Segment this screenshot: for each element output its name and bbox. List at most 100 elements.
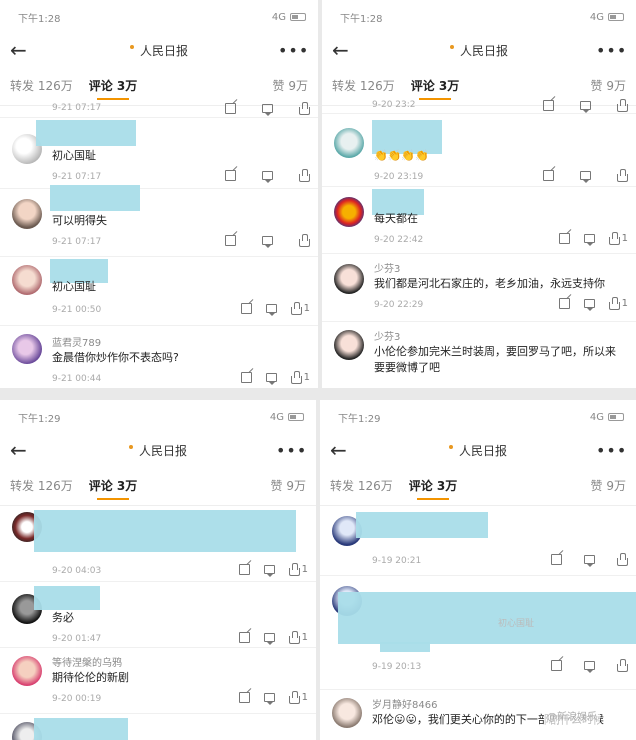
list-item: 初心国耻 9-19 20:13 [320, 576, 636, 690]
comment-icon[interactable] [584, 661, 595, 673]
image-tag: 初心国耻 [498, 619, 535, 629]
like-icon[interactable] [290, 370, 302, 384]
like-count: 1 [301, 692, 308, 703]
comment-icon[interactable] [262, 236, 273, 248]
comment-icon[interactable] [263, 693, 275, 705]
tab-bar: 转发 126万 评论 3万 赞 9万 [320, 466, 636, 506]
avatar[interactable] [12, 199, 42, 229]
back-arrow-icon[interactable]: ← [10, 38, 40, 62]
comment-icon[interactable] [265, 373, 277, 385]
redaction [380, 642, 430, 652]
comment-text: 金晨借你炒作你不表态吗? [52, 351, 179, 364]
share-icon[interactable] [225, 103, 236, 114]
back-arrow-icon[interactable]: ← [10, 438, 40, 462]
like-count: 1 [621, 233, 628, 244]
battery-icon [608, 413, 624, 421]
tab-comment[interactable]: 评论 3万 [411, 77, 459, 100]
more-icon[interactable]: ••• [278, 41, 308, 60]
avatar[interactable] [334, 264, 364, 294]
like-count: 1 [303, 372, 310, 383]
comment-username[interactable]: 等待涅槃的乌鸦 [52, 654, 122, 669]
comment-icon[interactable] [580, 171, 591, 183]
more-icon[interactable]: ••• [596, 41, 626, 60]
like-icon[interactable] [299, 168, 310, 182]
like-count: 1 [303, 303, 310, 314]
like-icon[interactable] [617, 98, 628, 112]
comment-time: 9-20 22:29 [374, 300, 424, 310]
status-time: 下午1:28 [18, 13, 61, 25]
like-icon[interactable] [608, 296, 620, 310]
like-icon[interactable] [288, 690, 300, 704]
share-icon[interactable] [238, 564, 250, 575]
like-icon[interactable] [299, 233, 310, 247]
share-icon[interactable] [558, 233, 570, 244]
comment-text: 每天都在 [374, 212, 418, 225]
share-icon[interactable] [543, 100, 554, 111]
tab-comment[interactable]: 评论 3万 [89, 477, 137, 500]
share-icon[interactable] [240, 372, 252, 383]
comment-icon[interactable] [263, 565, 275, 577]
avatar[interactable] [334, 197, 364, 227]
avatar[interactable] [12, 265, 42, 295]
share-icon[interactable] [238, 632, 250, 643]
comment-icon[interactable] [583, 234, 595, 246]
avatar[interactable] [334, 128, 364, 158]
redaction [34, 510, 296, 552]
like-icon[interactable] [617, 552, 628, 566]
comment-time: 9-21 07:17 [52, 237, 102, 247]
tab-repost[interactable]: 转发 126万 [330, 477, 393, 494]
tab-comment[interactable]: 评论 3万 [409, 477, 457, 500]
comment-time: 9-19 20:21 [372, 556, 422, 566]
tab-like[interactable]: 赞 9万 [591, 477, 626, 494]
like-icon[interactable] [608, 231, 620, 245]
share-icon[interactable] [551, 660, 562, 671]
comment-username[interactable]: 少芬3 [374, 260, 400, 275]
share-icon[interactable] [543, 170, 554, 181]
more-icon[interactable]: ••• [596, 441, 626, 460]
tab-bar: 转发 126万 评论 3万 赞 9万 [0, 466, 316, 506]
like-icon[interactable] [299, 101, 310, 115]
nav-bar: ← 人民日报 ••• [0, 34, 318, 66]
nav-bar: ← 人民日报 ••• [322, 34, 636, 66]
share-icon[interactable] [240, 303, 252, 314]
like-count: 1 [301, 564, 308, 575]
like-icon[interactable] [617, 658, 628, 672]
back-arrow-icon[interactable]: ← [332, 38, 362, 62]
tab-like[interactable]: 赞 9万 [271, 477, 306, 494]
avatar[interactable] [12, 334, 42, 364]
share-icon[interactable] [225, 235, 236, 246]
like-icon[interactable] [617, 168, 628, 182]
avatar[interactable] [334, 330, 364, 360]
tab-like[interactable]: 赞 9万 [591, 77, 626, 94]
share-icon[interactable] [238, 692, 250, 703]
share-icon[interactable] [225, 170, 236, 181]
tab-repost[interactable]: 转发 126万 [10, 477, 73, 494]
network-indicator: 4G [589, 11, 604, 23]
comment-username[interactable]: 少芬3 [374, 328, 400, 343]
comment-icon[interactable] [584, 555, 595, 567]
like-icon[interactable] [288, 562, 300, 576]
comment-time: 9-20 22:42 [374, 235, 424, 245]
comment-icon[interactable] [263, 633, 275, 645]
comment-icon[interactable] [265, 304, 277, 316]
nav-title: 人民日报 [459, 43, 508, 58]
share-icon[interactable] [558, 298, 570, 309]
comment-icon[interactable] [580, 101, 591, 113]
share-icon[interactable] [551, 554, 562, 565]
tab-repost[interactable]: 转发 126万 [10, 77, 73, 94]
avatar[interactable] [332, 698, 362, 728]
like-icon[interactable] [290, 301, 302, 315]
tab-comment[interactable]: 评论 3万 [89, 77, 137, 100]
comment-username[interactable]: 蓝君灵789 [52, 334, 101, 349]
like-icon[interactable] [288, 630, 300, 644]
back-arrow-icon[interactable]: ← [330, 438, 360, 462]
comment-list: 9-21 07:17 初心国耻 9-21 07:17 可以明得失 9-21 07… [0, 101, 318, 388]
tab-like[interactable]: 赞 9万 [273, 77, 308, 94]
comment-icon[interactable] [583, 299, 595, 311]
tab-repost[interactable]: 转发 126万 [332, 77, 395, 94]
avatar[interactable] [12, 656, 42, 686]
more-icon[interactable]: ••• [276, 441, 306, 460]
comment-icon[interactable] [262, 104, 273, 116]
comment-icon[interactable] [262, 171, 273, 183]
comment-username[interactable]: 岁月静好8466 [372, 696, 437, 711]
